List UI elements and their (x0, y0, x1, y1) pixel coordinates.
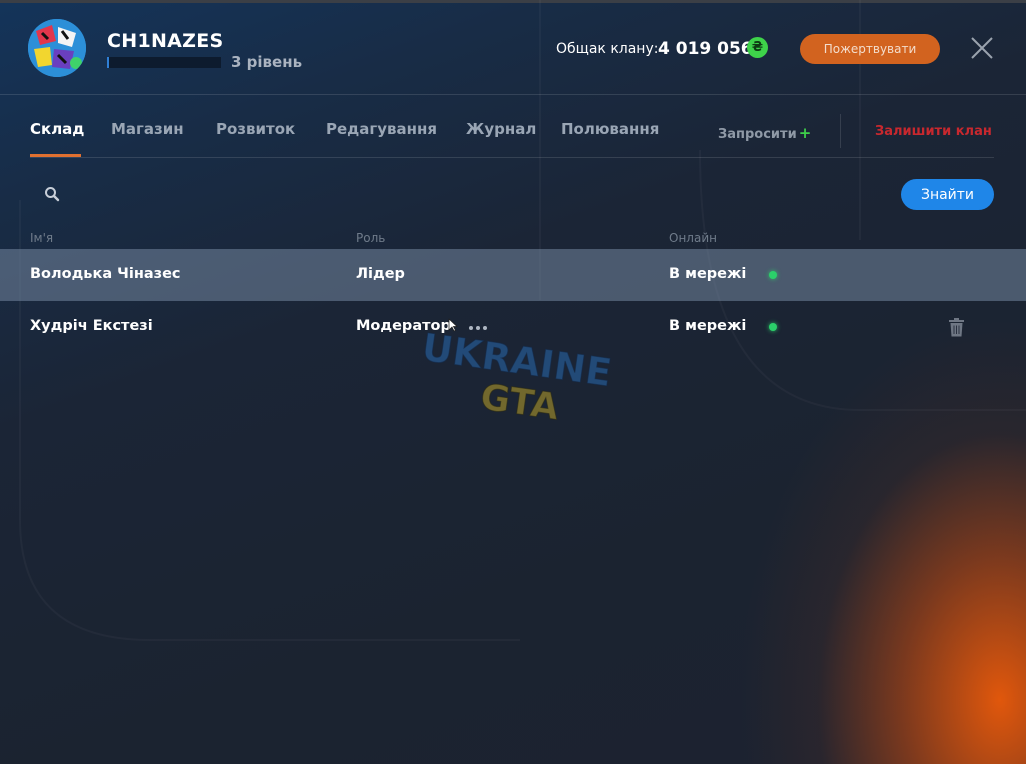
search-icon[interactable] (44, 186, 60, 202)
clan-name: CH1NAZES (107, 30, 224, 52)
hryvnia-coin-icon: ₴ (747, 37, 768, 58)
level-progress-bar (107, 57, 221, 68)
member-status: В мережі (669, 318, 747, 334)
clan-tabs: Склад Магазин Розвиток Редагування Журна… (30, 96, 994, 158)
ukraine-gta-watermark: UKRAINE GTA (419, 328, 615, 428)
invite-label: Запросити (718, 127, 797, 142)
online-indicator-icon (769, 323, 777, 331)
column-header-online: Онлайн (669, 231, 717, 245)
clan-bank-value: 4 019 056 (658, 39, 753, 59)
tab-editing[interactable]: Редагування (326, 120, 437, 138)
tab-journal[interactable]: Журнал (466, 120, 536, 138)
online-indicator-icon (769, 271, 777, 279)
member-name: Володька Чіназес (30, 266, 181, 282)
tab-hunting[interactable]: Полювання (561, 120, 659, 138)
close-icon (971, 37, 993, 59)
close-button[interactable] (968, 34, 996, 62)
member-role: Лідер (356, 266, 405, 282)
clan-bank-label: Общак клану: (556, 41, 659, 57)
invite-button[interactable]: Запросити + (718, 124, 811, 142)
member-name: Худріч Екстезі (30, 318, 153, 334)
level-progress-fill (107, 57, 110, 68)
tab-sklad[interactable]: Склад (30, 120, 84, 138)
clan-level: 3 рівень (231, 53, 303, 71)
leave-clan-button[interactable]: Залишити клан (875, 124, 992, 139)
plus-icon: + (798, 124, 812, 142)
member-status: В мережі (669, 266, 747, 282)
column-header-role: Роль (356, 231, 386, 245)
tab-development[interactable]: Розвиток (216, 120, 295, 138)
tab-shop[interactable]: Магазин (111, 120, 184, 138)
active-tab-indicator (30, 154, 81, 157)
clan-avatar (28, 19, 86, 77)
clan-header: CH1NAZES 3 рівень Общак клану: 4 019 056… (0, 0, 1026, 95)
divider (840, 114, 841, 148)
donate-button[interactable]: Пожертвувати (800, 34, 940, 64)
table-row[interactable]: Володька Чіназес Лідер В мережі (0, 249, 1026, 301)
find-button[interactable]: Знайти (901, 179, 994, 210)
delete-member-icon[interactable] (948, 318, 965, 337)
column-header-name: Ім'я (30, 231, 54, 245)
